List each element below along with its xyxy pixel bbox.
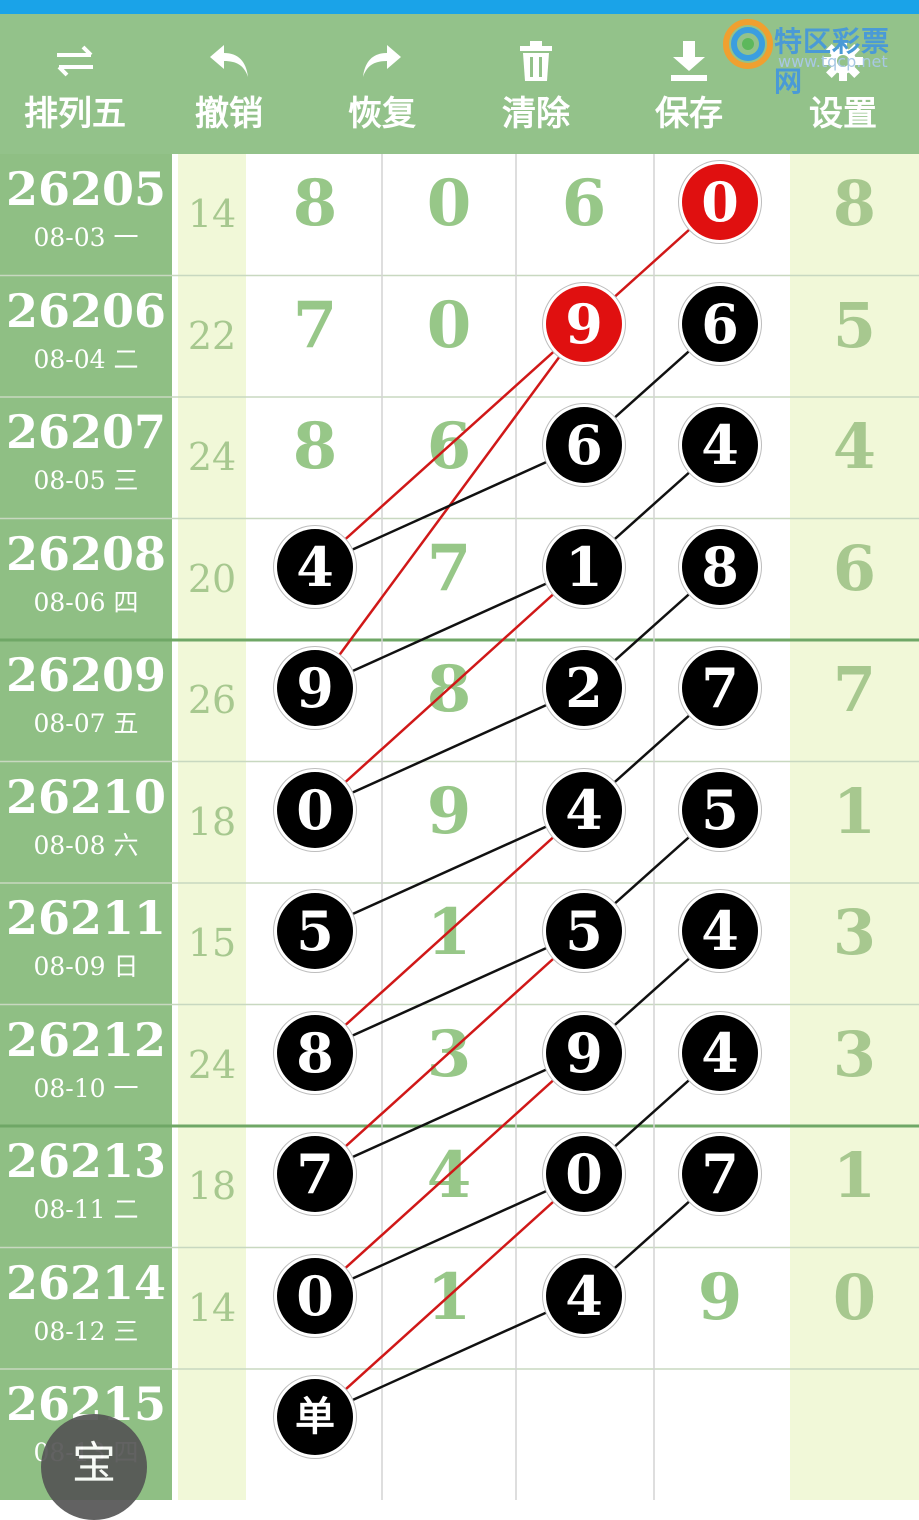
marked-ball[interactable]: 4: [546, 1257, 622, 1334]
marked-ball[interactable]: 8: [682, 528, 758, 605]
marked-ball[interactable]: 9: [546, 1014, 622, 1091]
status-bar: [0, 0, 919, 14]
marked-ball[interactable]: 9: [277, 650, 353, 726]
marked-ball[interactable]: 9: [546, 285, 622, 362]
trend-line: [314, 443, 585, 568]
trend-line: [314, 929, 585, 1054]
marked-ball[interactable]: 1: [546, 528, 622, 605]
trend-line: [314, 930, 585, 1175]
clear-label: 清除: [502, 94, 570, 134]
watermark-logo: 特区彩票网 www.tqcp.net: [718, 14, 918, 98]
marked-ball[interactable]: 4: [277, 528, 353, 605]
trend-line: [314, 565, 585, 690]
trend-line: [314, 1172, 585, 1297]
trend-line: [314, 1294, 585, 1419]
clear-button[interactable]: 清除: [461, 14, 611, 154]
swap-arrows-icon: [0, 36, 150, 86]
marked-ball[interactable]: 4: [682, 407, 758, 483]
redo-button[interactable]: 恢复: [307, 14, 457, 154]
trend-line: [314, 565, 585, 811]
trend-line: [314, 1051, 585, 1176]
trend-line: [314, 808, 585, 1054]
swirl-logo-icon: [723, 19, 773, 69]
lottery-type-button[interactable]: 排列五: [0, 14, 150, 154]
marked-ball[interactable]: 5: [546, 893, 622, 969]
treasure-float-button[interactable]: 宝: [41, 1414, 147, 1520]
marked-ball[interactable]: 7: [682, 1136, 758, 1212]
marked-ball[interactable]: 7: [682, 650, 758, 726]
undo-button[interactable]: 撤销: [154, 14, 304, 154]
undo-icon: [154, 36, 304, 86]
marked-ball[interactable]: 6: [682, 285, 758, 362]
marked-ball[interactable]: 4: [682, 1014, 758, 1091]
marked-ball[interactable]: 0: [277, 771, 353, 848]
marked-ball[interactable]: 7: [277, 1136, 353, 1212]
watermark-url: www.tqcp.net: [778, 52, 888, 71]
marked-ball[interactable]: 4: [682, 893, 758, 969]
redo-label: 恢复: [348, 94, 416, 134]
trend-line: [314, 1051, 585, 1297]
trend-line: [314, 808, 585, 933]
lottery-type-label: 排列五: [24, 94, 126, 134]
trend-line: [314, 1173, 585, 1418]
odd-marker-ball[interactable]: 单: [277, 1379, 353, 1455]
marked-ball[interactable]: 0: [682, 164, 758, 240]
trash-icon: [461, 36, 611, 86]
marked-ball[interactable]: 5: [682, 771, 758, 848]
marked-ball[interactable]: 6: [546, 407, 622, 483]
marked-ball[interactable]: 0: [546, 1136, 622, 1212]
chart-grid: 26205 08-03 一 14 8 8 0 6 26206 08-04 二 22 5 7 0 26207…: [0, 154, 919, 1500]
marked-ball[interactable]: 8: [277, 1014, 353, 1091]
redo-icon: [307, 36, 457, 86]
marked-ball[interactable]: 5: [277, 893, 353, 969]
marked-ball[interactable]: 0: [277, 1257, 353, 1334]
undo-label: 撤销: [195, 94, 263, 134]
marked-ball[interactable]: 4: [546, 771, 622, 848]
marked-ball[interactable]: 2: [546, 650, 622, 726]
trend-line: [314, 201, 721, 568]
save-label: 保存: [655, 94, 723, 134]
trend-line: [314, 686, 585, 811]
trend-lines: [313, 201, 721, 1419]
